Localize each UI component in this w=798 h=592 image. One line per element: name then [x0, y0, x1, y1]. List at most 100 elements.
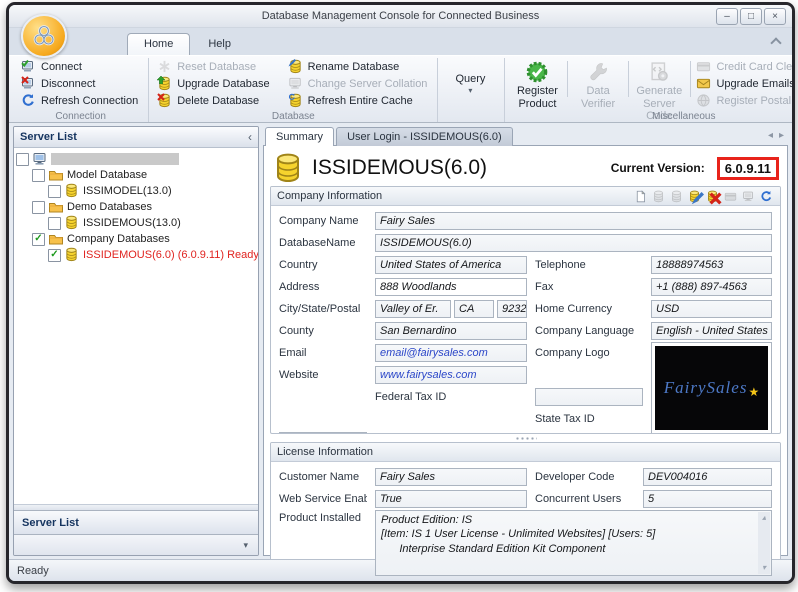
checkbox-checked[interactable]: ✓ — [48, 248, 61, 262]
home-currency-field[interactable]: USD — [651, 300, 772, 318]
connect-button[interactable]: Connect — [17, 59, 142, 75]
customer-name-field[interactable]: Fairy Sales — [375, 468, 527, 486]
x-badge-icon — [157, 93, 165, 101]
checkbox-checked[interactable]: ✓ — [32, 232, 45, 246]
tab-scroll-right-icon[interactable]: ▸ — [779, 130, 784, 141]
ribbon-tab-help[interactable]: Help — [192, 34, 247, 55]
scroll-down-icon[interactable]: ▾ — [762, 563, 766, 573]
ribbon-tab-row: Home Help — [9, 14, 792, 58]
address-field[interactable]: 888 Woodlands — [375, 278, 527, 296]
maximize-button[interactable]: □ — [740, 8, 762, 25]
collapse-panel-icon[interactable]: ‹ — [248, 130, 252, 144]
server-list-nav-button[interactable]: Server List — [14, 510, 258, 535]
app-window: Database Management Console for Connecte… — [6, 2, 795, 584]
checkbox[interactable] — [48, 184, 61, 198]
credit-card-icon — [696, 59, 712, 75]
save-record-icon[interactable] — [651, 189, 666, 204]
checkbox[interactable] — [48, 216, 61, 230]
company-name-field[interactable]: Fairy Sales — [375, 212, 772, 230]
data-verifier-button[interactable]: Data Verifier — [570, 59, 626, 110]
horizontal-splitter[interactable] — [270, 434, 781, 442]
telephone-label: Telephone — [535, 259, 586, 271]
rename-database-icon — [288, 59, 304, 75]
company-name-label: Company Name — [279, 215, 359, 227]
group-label-database: Database — [271, 111, 315, 122]
refresh-entire-cache-button[interactable]: Refresh Entire Cache — [284, 93, 432, 109]
tab-scroll-left-icon[interactable]: ◂ — [768, 130, 773, 141]
tree-folder-company-databases[interactable]: ✓ Company Databases — [16, 231, 256, 247]
upgrade-emails-button[interactable]: Upgrade Emails — [692, 76, 792, 92]
checkbox[interactable] — [32, 200, 45, 214]
city-field[interactable]: Valley of Er. — [375, 300, 451, 318]
company-logo-field[interactable]: FairySales ★ — [651, 342, 772, 433]
shrink-database-icon[interactable] — [669, 189, 684, 204]
tree-folder-model-database[interactable]: Model Database — [16, 167, 256, 183]
query-button[interactable]: Query ▾ — [442, 57, 498, 111]
company-information-group: Company Information Company Name Fairy S… — [270, 186, 781, 434]
refresh-data-icon[interactable] — [759, 189, 774, 204]
checkbox[interactable] — [16, 152, 29, 166]
checkbox[interactable] — [32, 168, 45, 182]
tab-user-login[interactable]: User Login - ISSIDEMOUS(6.0) — [336, 127, 513, 146]
application-menu-button[interactable] — [21, 14, 67, 58]
collation-tool-icon[interactable] — [741, 189, 756, 204]
customer-name-label: Customer Name — [279, 471, 360, 483]
web-service-enabled-label: Web Service Enabled — [279, 493, 367, 505]
backup-database-icon[interactable] — [687, 189, 702, 204]
telephone-field[interactable]: 18888974563 — [651, 256, 772, 274]
check-badge-icon — [21, 59, 29, 67]
ribbon-tab-home[interactable]: Home — [127, 33, 191, 55]
folder-icon — [48, 167, 64, 183]
register-postal-code-button[interactable]: Register Postal Code ▾ — [692, 93, 792, 109]
company-language-field[interactable]: English - United States — [651, 322, 772, 340]
ribbon-group-database: Reset Database Upgrade Database Delete D… — [149, 58, 439, 122]
developer-code-field[interactable]: DEV004016 — [643, 468, 772, 486]
tree-folder-demo-databases[interactable]: Demo Databases — [16, 199, 256, 215]
tree-db-issimodel[interactable]: ISSIMODEL(13.0) — [16, 183, 256, 199]
main-area: Server List ‹ Model Database ISSIMODEL(1… — [9, 123, 792, 581]
federal-tax-id-field[interactable] — [535, 388, 643, 406]
web-service-enabled-field[interactable]: True — [375, 490, 527, 508]
database-name-field[interactable]: ISSIDEMOUS(6.0) — [375, 234, 772, 252]
script-database-icon[interactable] — [723, 189, 738, 204]
fax-field[interactable]: +1 (888) 897-4563 — [651, 278, 772, 296]
generate-server-code-button[interactable]: Generate Server Code — [631, 59, 688, 122]
database-large-icon — [272, 152, 304, 184]
product-installed-field[interactable]: Product Edition: IS [Item: IS 1 User Lic… — [375, 510, 772, 576]
detach-database-icon[interactable] — [705, 189, 720, 204]
disconnect-icon — [21, 76, 37, 92]
postal-field[interactable]: 92325 — [497, 300, 527, 318]
overflow-arrow-icon[interactable]: ▾ — [243, 540, 248, 551]
upgrade-database-button[interactable]: Upgrade Database — [153, 76, 273, 92]
ribbon-collapse-button[interactable] — [768, 34, 784, 49]
minimize-button[interactable]: – — [716, 8, 738, 25]
refresh-connection-button[interactable]: Refresh Connection — [17, 93, 142, 109]
tree-server-node[interactable] — [16, 151, 256, 167]
server-list-title: Server List — [20, 131, 77, 143]
credit-card-cleanup-button[interactable]: Credit Card Clean-Up Utility — [692, 59, 792, 75]
state-field[interactable]: CA — [454, 300, 494, 318]
rename-database-button[interactable]: Rename Database — [284, 59, 432, 75]
close-button[interactable]: × — [764, 8, 786, 25]
register-product-icon — [526, 61, 548, 83]
scrollbar[interactable]: ▴ ▾ — [758, 512, 770, 574]
database-name-label: DatabaseName — [279, 237, 356, 249]
change-server-collation-button[interactable]: Change Server Collation — [284, 76, 432, 92]
email-field[interactable]: email@fairysales.com — [375, 344, 527, 362]
disconnect-button[interactable]: Disconnect — [17, 76, 142, 92]
tree-db-issidemous-6[interactable]: ✓ ISSIDEMOUS(6.0) (6.0.9.11) Ready for u… — [16, 247, 258, 263]
summary-content: ISSIDEMOUS(6.0) Current Version: 6.0.9.1… — [263, 145, 788, 581]
home-currency-label: Home Currency — [535, 303, 613, 315]
register-product-button[interactable]: Register Product — [509, 59, 565, 110]
delete-database-button[interactable]: Delete Database — [153, 93, 273, 109]
new-record-icon[interactable] — [633, 189, 648, 204]
county-field[interactable]: San Bernardino — [375, 322, 527, 340]
country-field[interactable]: United States of America — [375, 256, 527, 274]
scroll-up-icon[interactable]: ▴ — [762, 513, 766, 523]
tree-db-issidemous-13[interactable]: ISSIDEMOUS(13.0) — [16, 215, 256, 231]
dropdown-arrow-icon: ▾ — [468, 86, 473, 96]
concurrent-users-field[interactable]: 5 — [643, 490, 772, 508]
tab-summary[interactable]: Summary — [265, 127, 335, 146]
reset-database-button[interactable]: Reset Database — [153, 59, 273, 75]
website-field[interactable]: www.fairysales.com — [375, 366, 527, 384]
